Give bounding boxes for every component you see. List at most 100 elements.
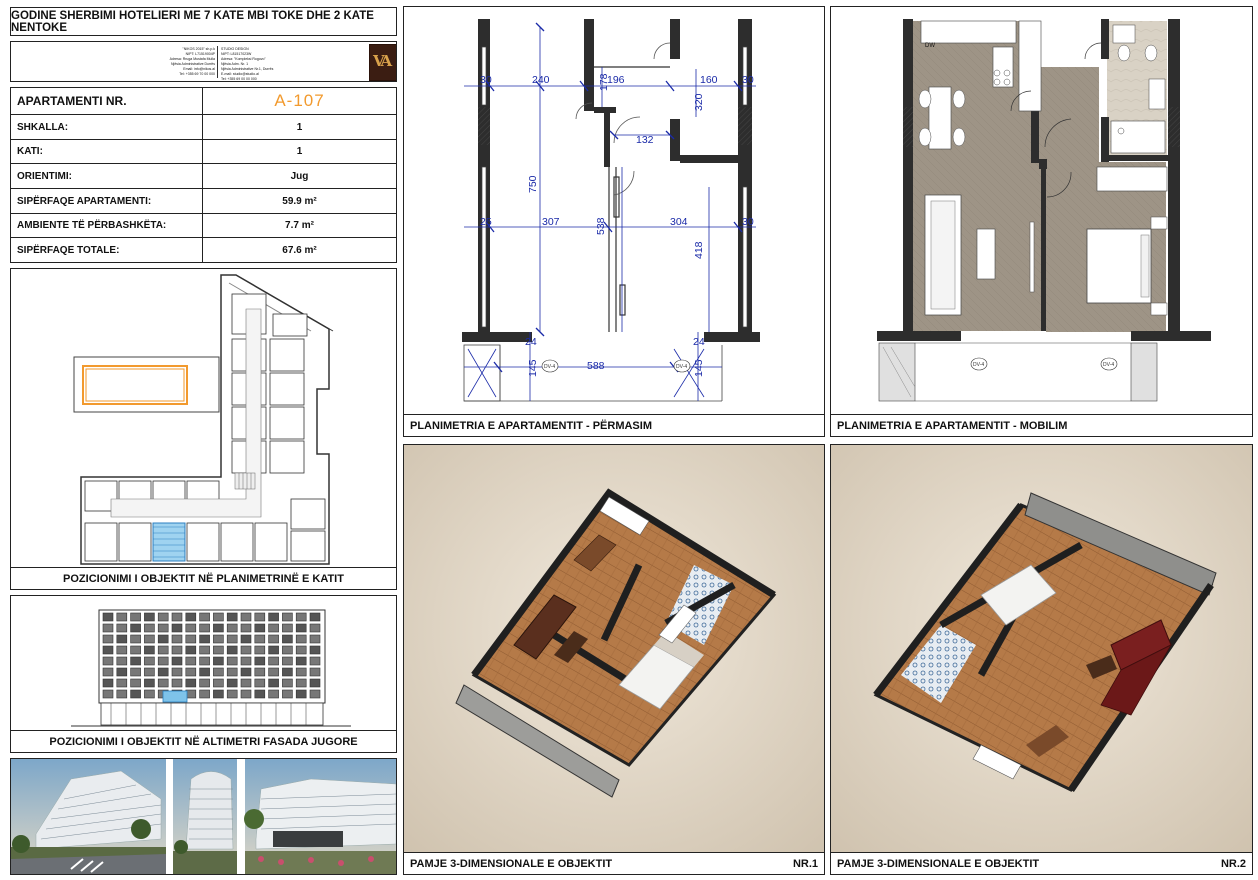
info-label: ORIENTIMI: (11, 164, 203, 188)
3d-view-2-title: PAMJE 3-DIMENSIONALE E OBJEKTIT (837, 857, 1040, 870)
furniture-plan-drawing: DW DV-4 DV-4 (877, 19, 1211, 402)
facade-window (268, 634, 279, 644)
facade-window (268, 656, 279, 666)
facade-window (226, 623, 238, 633)
facade-window (240, 634, 252, 644)
tag-label: DV-4 (973, 362, 984, 368)
facade-window (240, 656, 252, 666)
facade-window (102, 678, 114, 688)
dimension-labels: 30 240 196 160 30 178 320 132 750 25 307… (480, 73, 754, 377)
facade-window (295, 623, 307, 633)
document-title-text: GODINE SHERBIMI HOTELIERI ME 7 KATE MBI … (11, 9, 374, 34)
dv4-tags: DV-4 DV-4 (541, 359, 691, 373)
facade-window (268, 612, 279, 622)
apartment-number: A-107 (274, 91, 325, 110)
facade-window (130, 678, 141, 688)
info-row-total-area: SIPËRFAQE TOTALE: 67.6 m² (11, 238, 396, 262)
facade-window (295, 678, 307, 688)
facade-window (254, 623, 266, 633)
facade-window (130, 623, 141, 633)
facade-window (268, 678, 279, 688)
info-value: 1 (296, 146, 303, 157)
furniture-plan-panel: DW DV-4 DV-4 PLANIMETRIA E APARTAMENTIT … (830, 6, 1253, 437)
facade-window (226, 678, 238, 688)
facade-window (309, 623, 321, 633)
facade-window (171, 623, 183, 633)
facade-window (199, 656, 210, 666)
facade-window (199, 667, 210, 677)
facade-window (213, 612, 224, 622)
dim-label: 145 (527, 359, 539, 377)
facade-window (309, 612, 321, 622)
facade-window (185, 645, 197, 655)
facade-window (309, 689, 321, 699)
info-row-common-area: AMBIENTE TË PËRBASHKËTA: 7.7 m² (11, 214, 396, 238)
dishwasher-label: DW (925, 43, 935, 49)
company-info: "NIKOS 2015" sh.p.k NIPT: L71519004P Adr… (159, 47, 215, 77)
dim-label: 240 (532, 74, 550, 86)
facade-caption: POZICIONIMI I OBJEKTIT NË ALTIMETRI FASA… (11, 730, 396, 752)
facade-window (199, 612, 210, 622)
dim-label: 30 (742, 74, 754, 86)
facade-window (254, 634, 266, 644)
facade-window (226, 689, 238, 699)
facade-window (282, 667, 293, 677)
facade-window (102, 634, 114, 644)
facade-window (254, 689, 266, 699)
facade-window (282, 612, 293, 622)
facade-window (240, 689, 252, 699)
facade-window (199, 689, 210, 699)
document-title: GODINE SHERBIMI HOTELIERI ME 7 KATE MBI … (10, 7, 397, 36)
facade-window (130, 645, 141, 655)
facade-window (240, 678, 252, 688)
dim-label: 160 (700, 74, 718, 86)
facade-window (254, 612, 266, 622)
facade-window (295, 667, 307, 677)
facade-drawing (71, 609, 351, 727)
facade-window (213, 678, 224, 688)
facade-window (268, 667, 279, 677)
facade-window (102, 689, 114, 699)
facade-window (226, 645, 238, 655)
facade-window (116, 678, 128, 688)
facade-window (157, 623, 169, 633)
facade-window (240, 667, 252, 677)
facade-window (157, 645, 169, 655)
facade-window (282, 689, 293, 699)
facade-window (240, 645, 252, 655)
facade-window (185, 667, 197, 677)
render-photos (11, 759, 396, 874)
dim-label: 132 (636, 134, 654, 146)
render-photos-panel (10, 758, 397, 875)
facade-window (282, 634, 293, 644)
facade-window (185, 634, 197, 644)
info-label: KATI: (11, 140, 203, 163)
3d-view-1-panel: PAMJE 3-DIMENSIONALE E OBJEKTIT NR.1 (403, 444, 825, 875)
info-value: Jug (290, 170, 309, 182)
partner-info: STUDIO DESIGN NIPT: L81517023W Adresa: "… (221, 47, 291, 81)
dim-label: 24 (525, 336, 537, 348)
facade-window (295, 689, 307, 699)
dimension-plan-caption: PLANIMETRIA E APARTAMENTIT - PËRMASIM (404, 414, 824, 436)
facade-window (213, 689, 224, 699)
facade-window (171, 634, 183, 644)
facade-window (309, 645, 321, 655)
partner-line: Tel: +355 69 00 00 000 (221, 77, 257, 81)
facade-window (144, 612, 155, 622)
site-floor-plan-drawing (73, 274, 334, 565)
facade-window (171, 645, 183, 655)
render-photo-1 (11, 759, 166, 874)
facade-window (226, 634, 238, 644)
facade-window (144, 634, 155, 644)
facade-window (144, 656, 155, 666)
dim-label: 145 (693, 359, 705, 377)
facade-window (309, 678, 321, 688)
facade-window (282, 656, 293, 666)
dimension-plan-drawing: 30 240 196 160 30 178 320 132 750 25 307… (462, 19, 760, 402)
dimension-plan-panel: 30 240 196 160 30 178 320 132 750 25 307… (403, 6, 825, 437)
info-label: APARTAMENTI NR. (11, 88, 203, 114)
facade-window (199, 623, 210, 633)
facade-window (295, 634, 307, 644)
facade-window (171, 612, 183, 622)
facade-window (144, 645, 155, 655)
